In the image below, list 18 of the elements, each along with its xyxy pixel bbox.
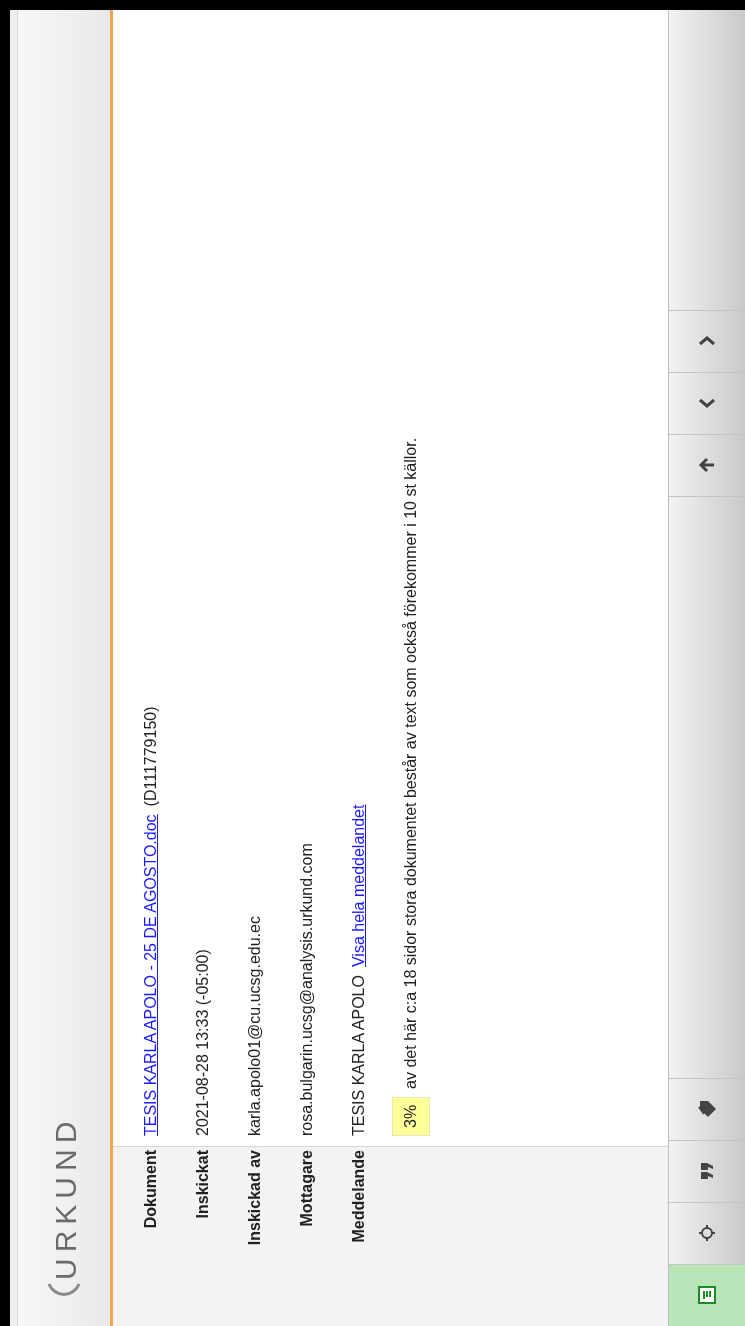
field-value: (D111779150): [141, 706, 160, 807]
overview-icon: [696, 1284, 718, 1307]
logo-text: URKUND: [51, 1115, 81, 1280]
match-percent: 3%: [392, 1096, 430, 1136]
field-value: karla.apolo01@cu.ucsg.edu.ec: [245, 916, 264, 1136]
field-label: Mottagare: [297, 1149, 316, 1229]
document-link[interactable]: Visa hela meddelandet: [347, 804, 371, 968]
toolbar-button[interactable]: [669, 1264, 745, 1326]
field-label: Meddelande: [349, 1149, 368, 1245]
field-label: Inskickat: [193, 1149, 212, 1221]
document-link[interactable]: TESIS KARLA APOLO - 25 DE AGOSTO.doc: [139, 814, 163, 1136]
logo-arc-icon: [47, 1282, 81, 1296]
field-label: Inskickad av: [245, 1149, 264, 1248]
field-value: TESIS KARLA APOLO: [349, 975, 368, 1136]
field-label: Dokument: [141, 1149, 160, 1231]
summary-text: av det här c:a 18 sidor stora dokumentet består av text som också förekommer i 10 st källor.: [401, 437, 420, 1089]
field-value: 2021-08-28 13:33 (-05:00): [193, 949, 212, 1136]
field-value: rosa.bulgarin.ucsg@analysis.urkund.com: [297, 843, 316, 1136]
